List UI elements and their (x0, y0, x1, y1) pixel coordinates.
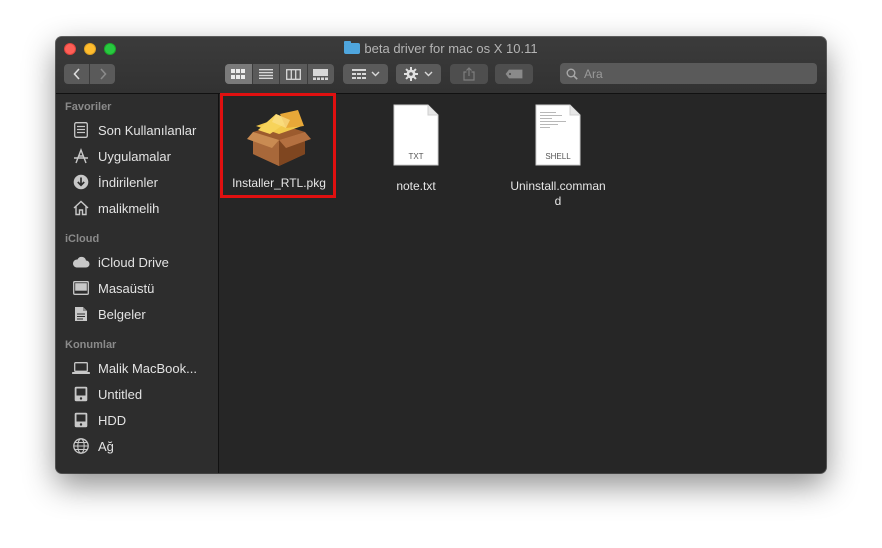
tags-button[interactable] (495, 64, 533, 84)
sidebar-item-label: Belgeler (98, 306, 146, 322)
search-field[interactable]: Ara (560, 63, 817, 84)
action-menu-button[interactable] (396, 64, 441, 84)
sidebar-item-icloud-drive[interactable]: iCloud Drive (72, 251, 169, 273)
list-view-button[interactable] (253, 64, 280, 84)
file-item-note[interactable]: TXT note.txt (369, 104, 463, 194)
icon-view-button[interactable] (225, 64, 253, 84)
file-type-badge: SHELL (545, 152, 571, 161)
sidebar-item-label: Son Kullanılanlar (98, 122, 197, 138)
back-forward-control (64, 64, 115, 84)
chevron-left-icon (72, 68, 80, 80)
downloads-icon (72, 173, 90, 191)
highlight-box (220, 93, 336, 198)
forward-button[interactable] (90, 64, 115, 84)
share-icon (463, 67, 475, 81)
disk-icon (72, 411, 90, 429)
back-button[interactable] (64, 64, 90, 84)
chevron-right-icon (99, 68, 107, 80)
home-icon (72, 199, 90, 217)
column-view-icon (285, 68, 301, 80)
sidebar-item-label: HDD (98, 412, 127, 428)
sidebar-item-label: Malik MacBook... (98, 360, 197, 376)
gallery-view-icon (313, 68, 329, 80)
sidebar-header-locations: Konumlar (65, 339, 117, 351)
sidebar-header-icloud: iCloud (65, 233, 100, 245)
sidebar: Favoriler Son Kullanılanlar Uygulamalar … (56, 94, 219, 473)
sidebar-item-label: iCloud Drive (98, 254, 169, 270)
sidebar-item-home[interactable]: malikmelih (72, 197, 159, 219)
cloud-icon (72, 253, 90, 271)
sidebar-item-label: Masaüstü (98, 280, 155, 296)
chevron-down-icon (424, 71, 433, 77)
search-placeholder: Ara (584, 66, 603, 81)
view-mode-control (225, 64, 334, 84)
sidebar-item-desktop[interactable]: Masaüstü (72, 277, 154, 299)
documents-icon (72, 305, 90, 323)
sidebar-item-network[interactable]: Ağ (72, 435, 114, 457)
tag-icon (505, 69, 523, 79)
sidebar-item-hdd[interactable]: HDD (72, 409, 126, 431)
sidebar-item-macbook[interactable]: Malik MacBook... (72, 357, 197, 379)
search-icon (566, 68, 578, 80)
list-view-icon (258, 69, 273, 79)
file-type-badge: TXT (408, 152, 424, 161)
icon-view-icon (231, 69, 246, 79)
sidebar-item-recents[interactable]: Son Kullanılanlar (72, 119, 196, 141)
disk-icon (72, 385, 90, 403)
share-button[interactable] (450, 64, 488, 84)
finder-window: beta driver for mac os X 10.11 Ara Favor… (56, 37, 826, 473)
desktop-icon (72, 279, 90, 297)
applications-icon (72, 147, 90, 165)
network-icon (72, 437, 90, 455)
file-name: note.txt (396, 179, 436, 193)
chevron-down-icon (371, 71, 379, 77)
sidebar-item-label: Uygulamalar (98, 148, 171, 164)
sidebar-item-applications[interactable]: Uygulamalar (72, 145, 171, 167)
window-title: beta driver for mac os X 10.11 (56, 41, 826, 57)
sidebar-item-label: Ağ (98, 438, 114, 454)
file-name-line-2: d (554, 194, 562, 208)
sidebar-item-label: İndirilenler (98, 174, 158, 190)
gear-icon (404, 67, 418, 81)
title-bar: beta driver for mac os X 10.11 Ara (56, 37, 826, 94)
folder-icon (344, 41, 361, 54)
group-by-button[interactable] (343, 64, 388, 84)
sidebar-header-favorites: Favoriler (65, 101, 112, 113)
gallery-view-button[interactable] (308, 64, 335, 84)
recents-icon (72, 121, 90, 139)
column-view-button[interactable] (280, 64, 308, 84)
window-title-text: beta driver for mac os X 10.11 (364, 41, 538, 56)
sidebar-item-downloads[interactable]: İndirilenler (72, 171, 158, 193)
file-name: Uninstall.comman d (503, 179, 613, 209)
file-name-line-1: Uninstall.comman (510, 179, 606, 193)
sidebar-item-label: Untitled (98, 386, 143, 402)
sidebar-item-untitled[interactable]: Untitled (72, 383, 142, 405)
file-item-uninstall[interactable]: SHELL Uninstall.comman d (503, 104, 613, 209)
sidebar-item-documents[interactable]: Belgeler (72, 303, 146, 325)
grid-icon (351, 69, 366, 79)
laptop-icon (72, 359, 90, 377)
sidebar-item-label: malikmelih (98, 200, 160, 216)
